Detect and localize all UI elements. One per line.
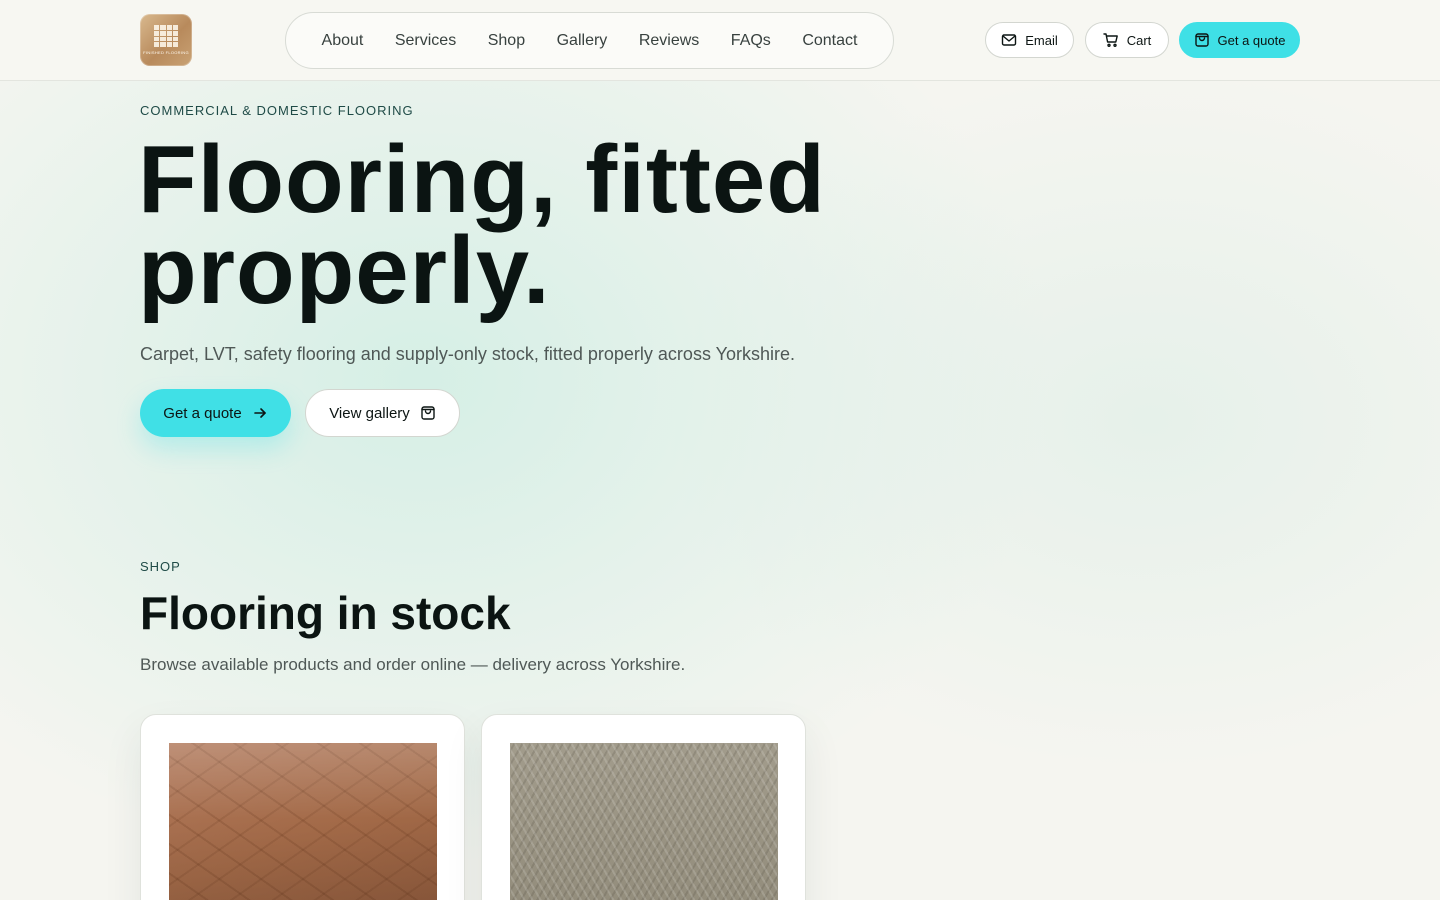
- nav-shop[interactable]: Shop: [488, 32, 525, 50]
- nav-contact[interactable]: Contact: [802, 32, 857, 50]
- hero-title-line-1: Flooring, fitted: [138, 126, 826, 233]
- product-card[interactable]: [481, 714, 806, 900]
- hero-title: Flooring, fitted properly.: [138, 126, 826, 324]
- nav-about[interactable]: About: [322, 32, 364, 50]
- shop-eyebrow: SHOP: [140, 559, 181, 574]
- nav-faqs[interactable]: FAQs: [731, 32, 771, 50]
- product-image-carpet[interactable]: [510, 743, 778, 900]
- nav-gallery[interactable]: Gallery: [557, 32, 608, 50]
- logo[interactable]: FINISHED FLOORING: [140, 14, 192, 66]
- arrow-right-icon: [253, 408, 266, 418]
- shopping-bag-icon: [1194, 33, 1209, 47]
- product-image-wood-floor[interactable]: [169, 743, 437, 900]
- hero-get-quote-label: Get a quote: [163, 404, 242, 422]
- product-card[interactable]: [140, 714, 465, 900]
- main-nav: About Services Shop Gallery Reviews FAQs…: [285, 12, 894, 69]
- shop-title: Flooring in stock: [140, 587, 511, 639]
- view-gallery-button[interactable]: View gallery: [305, 389, 460, 437]
- header-get-quote-button[interactable]: Get a quote: [1179, 22, 1300, 58]
- logo-text: FINISHED FLOORING: [143, 50, 189, 55]
- logo-mark-icon: [154, 25, 178, 47]
- hero-eyebrow: COMMERCIAL & DOMESTIC FLOORING: [140, 103, 414, 118]
- cart-icon: [1103, 33, 1118, 48]
- shop-subtitle: Browse available products and order onli…: [140, 655, 686, 674]
- cart-button[interactable]: Cart: [1085, 22, 1169, 58]
- hero-subtitle: Carpet, LVT, safety flooring and supply-…: [140, 344, 795, 364]
- shopping-bag-icon: [421, 406, 435, 420]
- email-button[interactable]: Email: [985, 22, 1074, 58]
- cart-button-label: Cart: [1126, 32, 1152, 48]
- site-header: FINISHED FLOORING About Services Shop Ga…: [0, 0, 1440, 81]
- mail-icon: [1002, 34, 1017, 46]
- email-button-label: Email: [1025, 32, 1058, 48]
- header-get-quote-label: Get a quote: [1217, 32, 1286, 48]
- view-gallery-label: View gallery: [329, 404, 410, 422]
- nav-reviews[interactable]: Reviews: [639, 32, 699, 50]
- hero-title-line-2: properly.: [138, 217, 551, 324]
- nav-services[interactable]: Services: [395, 32, 456, 50]
- hero-get-quote-button[interactable]: Get a quote: [140, 389, 291, 437]
